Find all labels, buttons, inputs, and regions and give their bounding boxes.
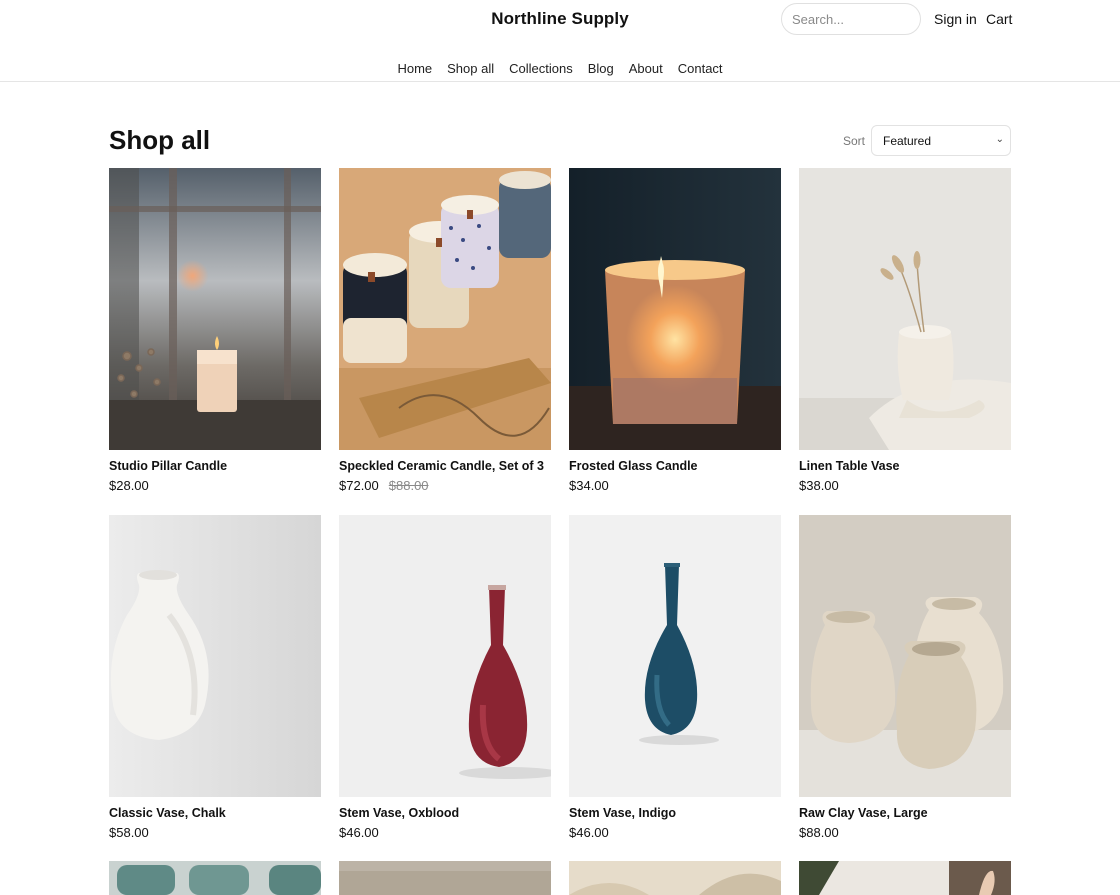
product-price: $46.00 [339,825,551,840]
product-price: $38.00 [799,478,1011,493]
nav-about[interactable]: About [629,61,663,76]
nav-shop-all[interactable]: Shop all [447,61,494,76]
product-card[interactable]: Studio Pillar Candle $28.00 [109,168,321,493]
product-image[interactable] [109,515,321,797]
nav-blog[interactable]: Blog [588,61,614,76]
price-current: $88.00 [799,825,839,840]
sign-in-link[interactable]: Sign in [934,11,977,27]
product-price: $72.00 $88.00 [339,478,551,493]
product-image[interactable] [109,168,321,450]
product-image[interactable] [799,168,1011,450]
product-image-partial[interactable] [569,861,781,895]
product-name[interactable]: Linen Table Vase [799,459,1011,473]
product-card[interactable]: Linen Table Vase $38.00 [799,168,1011,493]
product-image[interactable] [569,515,781,797]
product-price: $28.00 [109,478,321,493]
product-image-partial[interactable] [339,861,551,895]
price-current: $72.00 [339,478,379,493]
product-name[interactable]: Stem Vase, Indigo [569,806,781,820]
product-name[interactable]: Classic Vase, Chalk [109,806,321,820]
nav-collections[interactable]: Collections [509,61,573,76]
product-name[interactable]: Stem Vase, Oxblood [339,806,551,820]
price-current: $46.00 [339,825,379,840]
nav-contact[interactable]: Contact [678,61,723,76]
product-card[interactable]: Stem Vase, Indigo $46.00 [569,515,781,840]
main-nav: Home Shop all Collections Blog About Con… [0,61,1120,76]
brand-logo[interactable]: Northline Supply [491,9,629,28]
price-current: $28.00 [109,478,149,493]
search-input[interactable] [781,3,921,35]
price-current: $38.00 [799,478,839,493]
product-image[interactable] [799,515,1011,797]
product-card[interactable]: Raw Clay Vase, Large $88.00 [799,515,1011,840]
product-price: $58.00 [109,825,321,840]
chevron-down-icon: ⌄ [995,134,1004,145]
price-compare-at: $88.00 [388,478,429,493]
product-image-partial[interactable] [799,861,1011,895]
price-current: $34.00 [569,478,609,493]
sort-selected-value: Featured [883,133,932,148]
sort-label: Sort [843,134,866,148]
product-image[interactable] [569,168,781,450]
product-price: $88.00 [799,825,1011,840]
sort-select[interactable]: Featured ⌄ [871,125,1011,156]
product-price: $46.00 [569,825,781,840]
product-name[interactable]: Studio Pillar Candle [109,459,321,473]
product-image-partial[interactable] [109,861,321,895]
product-image[interactable] [339,515,551,797]
product-name[interactable]: Speckled Ceramic Candle, Set of 3 [339,459,551,473]
product-image[interactable] [339,168,551,450]
product-name[interactable]: Frosted Glass Candle [569,459,781,473]
product-card[interactable]: Frosted Glass Candle $34.00 [569,168,781,493]
price-current: $46.00 [569,825,609,840]
cart-link[interactable]: Cart [986,11,1012,27]
product-name[interactable]: Raw Clay Vase, Large [799,806,1011,820]
product-card[interactable]: Speckled Ceramic Candle, Set of 3 $72.00… [339,168,551,493]
product-card[interactable]: Classic Vase, Chalk $58.00 [109,515,321,840]
product-price: $34.00 [569,478,781,493]
page-title: Shop all [109,125,211,155]
price-current: $58.00 [109,825,149,840]
site-header: Northline Supply Sign in Cart Home Shop … [0,0,1120,82]
nav-home[interactable]: Home [397,61,432,76]
product-card[interactable]: Stem Vase, Oxblood $46.00 [339,515,551,840]
